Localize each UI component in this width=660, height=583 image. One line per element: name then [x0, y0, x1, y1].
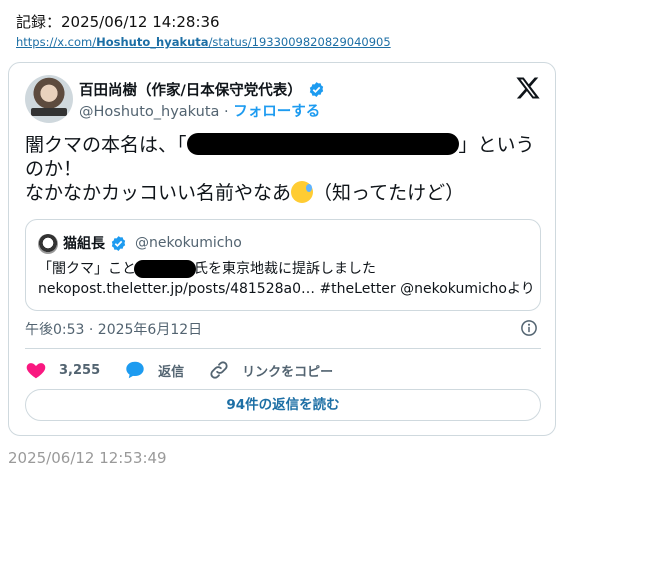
follow-button[interactable]: フォローする — [233, 104, 320, 120]
quote-verified-badge-icon — [111, 235, 126, 251]
quote-avatar — [38, 234, 58, 254]
quote-line1-suffix: 氏を東京地裁に提訴しました — [194, 261, 376, 277]
saved-timestamp: 2025/06/12 12:53:49 — [8, 449, 167, 467]
quoted-tweet[interactable]: 猫組長 @nekokumicho 「闇クマ」こと 氏を東京地裁に提訴しました ne… — [25, 219, 541, 311]
tweet-text-line2-end: （知ってたけど） — [313, 182, 465, 204]
read-replies-button[interactable]: 94件の返信を読む — [25, 389, 541, 421]
url-suffix: /status/1933009820829040905 — [208, 35, 391, 49]
quote-line1-prefix: 「闇クマ」こと — [38, 261, 136, 277]
tweet-url[interactable]: https://x.com/Hoshuto_hyakuta/status/193… — [16, 35, 391, 49]
quote-author-name: 猫組長 — [63, 236, 105, 252]
reply-button[interactable]: 返信 — [124, 359, 184, 381]
tweet-card: 百田尚樹（作家/日本保守党代表） @Hoshuto_hyakuta · フォロー… — [8, 62, 556, 436]
reply-bubble-icon — [126, 361, 144, 379]
handle-separator: · — [219, 104, 234, 120]
redaction-mark — [186, 132, 459, 155]
heart-icon — [26, 363, 46, 379]
x-logo-icon[interactable] — [515, 75, 541, 101]
divider — [25, 348, 541, 349]
like-button[interactable]: 3,255 — [25, 359, 100, 381]
tweet-text-line2: なかなかカッコいい名前やなあ — [25, 182, 292, 204]
grinning-sweat-emoji-icon — [291, 181, 314, 203]
author-name[interactable]: 百田尚樹（作家/日本保守党代表） — [79, 79, 302, 100]
quote-text-line2: nekopost.theletter.jp/posts/481528a0… #t… — [38, 281, 535, 297]
quote-author-row: 猫組長 @nekokumicho — [63, 233, 242, 253]
url-prefix: https://x.com/ — [16, 35, 97, 49]
tweet-text: 闇クマの本名は、「 」というのか！ なかなかカッコいい名前やなあ （知ってたけど） — [25, 132, 535, 205]
info-icon[interactable] — [520, 319, 538, 337]
record-timestamp: 記録：2025/06/12 14:28:36 — [16, 13, 220, 31]
tweet-text-part1: 闇クマの本名は、「 — [25, 134, 187, 156]
tweet-timestamp[interactable]: 午後0:53 · 2025年6月12日 — [25, 319, 202, 339]
author-handle[interactable]: @Hoshuto_hyakuta — [79, 104, 219, 120]
like-count: 3,255 — [59, 362, 101, 378]
verified-badge-icon — [309, 82, 323, 97]
reply-label: 返信 — [158, 364, 185, 380]
copy-link-label: リンクをコピー — [242, 364, 334, 380]
quote-text-line1: 「闇クマ」こと 氏を東京地裁に提訴しました — [38, 258, 376, 278]
url-user: Hoshuto_hyakuta — [96, 35, 209, 49]
action-bar: 3,255 返信 リンクをコピー — [25, 359, 357, 381]
link-icon — [210, 361, 228, 379]
quote-redaction-mark — [134, 260, 196, 278]
copy-link-button[interactable]: リンクをコピー — [208, 359, 333, 381]
author-avatar[interactable] — [25, 75, 73, 123]
author-name-row: 百田尚樹（作家/日本保守党代表） — [79, 79, 325, 100]
author-handle-row: @Hoshuto_hyakuta · フォローする — [79, 100, 320, 121]
quote-author-handle: @nekokumicho — [135, 235, 242, 251]
